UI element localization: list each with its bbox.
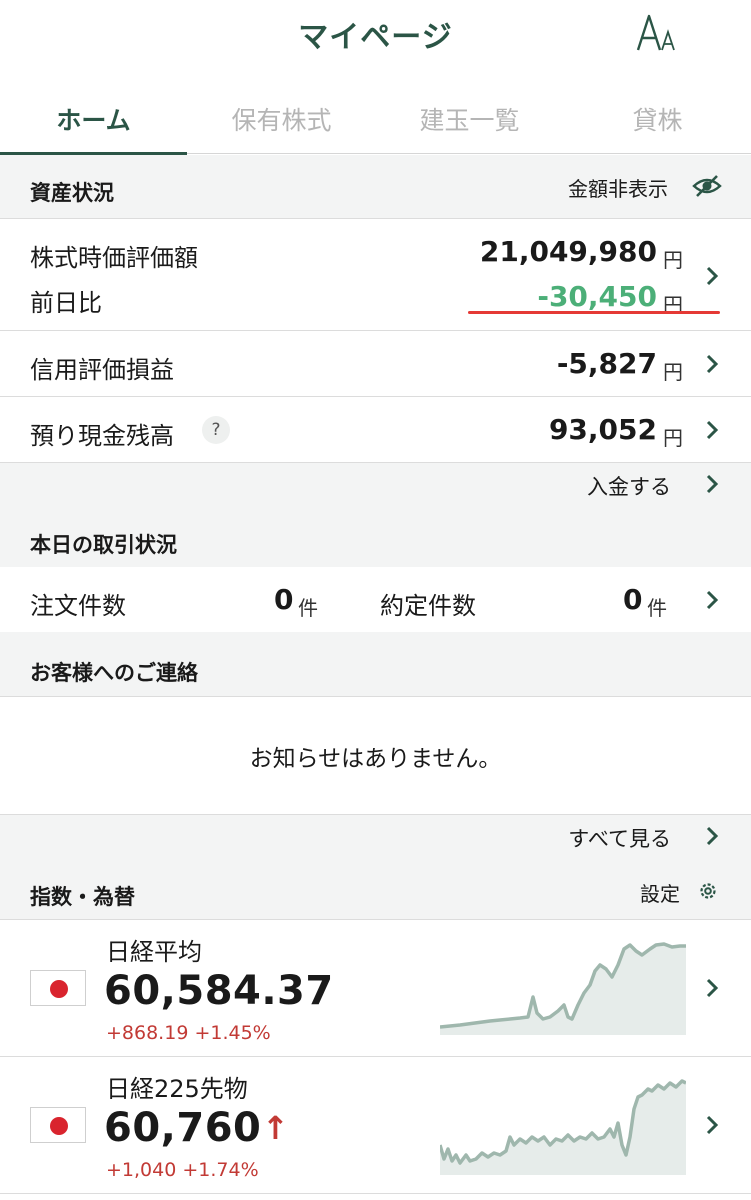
tab-stock-lending[interactable]: 貸株 — [564, 92, 751, 154]
help-icon[interactable]: ? — [202, 416, 230, 444]
chevron-right-icon — [706, 1115, 719, 1135]
japan-flag-icon — [30, 970, 86, 1006]
assets-section-title: 資産状況 — [30, 181, 114, 205]
gear-icon — [700, 883, 716, 899]
tab-positions[interactable]: 建玉一覧 — [376, 92, 563, 154]
tab-holdings[interactable]: 保有株式 — [188, 92, 375, 154]
indices-section-title: 指数・為替 — [30, 885, 135, 909]
executions-count-value: 0 — [623, 583, 643, 616]
yen-unit: 円 — [663, 360, 683, 384]
stock-value: 21,049,980 — [479, 235, 657, 268]
notices-section-header: お客様へのご連絡 — [0, 632, 751, 696]
count-unit: 件 — [298, 596, 318, 620]
sparkline-chart — [440, 1079, 686, 1175]
eye-hidden-icon — [692, 175, 722, 197]
indices-section-header: 指数・為替 設定 — [0, 861, 751, 919]
index-card-nikkei-average[interactable]: 日経平均 60,584.37 +868.19 +1.45% — [0, 920, 751, 1056]
prev-day-label: 前日比 — [30, 289, 102, 317]
index-name: 日経225先物 — [106, 1075, 248, 1103]
prev-day-change: -30,450 — [537, 280, 657, 313]
chevron-right-icon — [706, 354, 719, 374]
no-notices-message: お知らせはありません。 — [249, 746, 502, 772]
margin-pl-row[interactable]: 信用評価損益 -5,827 円 — [0, 331, 751, 396]
divider — [0, 1193, 751, 1194]
margin-pl-label: 信用評価損益 — [30, 356, 174, 384]
assets-section-header: 資産状況 金額非表示 — [0, 155, 751, 218]
font-size-button[interactable] — [632, 8, 680, 58]
hide-amount-label: 金額非表示 — [568, 177, 668, 201]
orders-count-value: 0 — [274, 583, 294, 616]
cash-balance-label: 預り現金残高 — [30, 422, 174, 450]
chevron-right-icon — [706, 590, 719, 610]
orders-count-label: 注文件数 — [30, 592, 126, 620]
font-size-icon — [636, 14, 675, 51]
trading-status-row[interactable]: 注文件数 0 件 約定件数 0 件 — [0, 567, 751, 632]
cash-balance-row[interactable]: 預り現金残高 ? 93,052 円 — [0, 397, 751, 462]
hide-amount-toggle[interactable]: 金額非表示 — [568, 169, 728, 205]
indices-settings-button[interactable]: 設定 — [638, 876, 722, 906]
see-all-label: すべて見る — [568, 827, 671, 851]
trading-section-header: 本日の取引状況 — [0, 511, 751, 567]
tab-home[interactable]: ホーム — [0, 92, 187, 156]
margin-pl-value: -5,827 — [556, 347, 657, 380]
index-value: 60,584.37 — [104, 968, 334, 1014]
see-all-notices-link[interactable]: すべて見る — [0, 815, 751, 861]
notices-section-title: お客様へのご連絡 — [30, 661, 198, 685]
highlight-underline — [468, 311, 720, 314]
yen-unit: 円 — [663, 248, 683, 272]
settings-label: 設定 — [640, 882, 680, 906]
trading-section-title: 本日の取引状況 — [30, 533, 177, 557]
japan-flag-icon — [30, 1107, 86, 1143]
chevron-right-icon — [706, 978, 719, 998]
index-value: 60,760 — [104, 1105, 262, 1151]
index-change: +1,040 +1.74% — [106, 1159, 259, 1181]
chevron-right-icon — [706, 474, 719, 494]
sparkline-chart — [440, 942, 686, 1035]
chevron-right-icon — [706, 266, 719, 286]
deposit-link[interactable]: 入金する — [0, 463, 751, 511]
yen-unit: 円 — [663, 426, 683, 450]
index-change: +868.19 +1.45% — [106, 1022, 271, 1044]
stock-value-row[interactable]: 株式時価評価額 21,049,980 円 前日比 -30,450 円 — [0, 219, 751, 330]
app-header: マイページ — [0, 0, 751, 80]
up-arrow-icon: ↑ — [262, 1109, 289, 1147]
chevron-right-icon — [706, 420, 719, 440]
notices-panel: お知らせはありません。 — [0, 697, 751, 814]
count-unit: 件 — [647, 596, 667, 620]
index-card-nikkei-futures[interactable]: 日経225先物 60,760 ↑ +1,040 +1.74% — [0, 1057, 751, 1193]
index-name: 日経平均 — [106, 938, 202, 966]
chevron-right-icon — [706, 826, 719, 846]
executions-count-label: 約定件数 — [380, 592, 476, 620]
stock-value-label: 株式時価評価額 — [30, 244, 198, 272]
cash-balance-value: 93,052 — [548, 413, 657, 446]
tab-bar: ホーム 保有株式 建玉一覧 貸株 — [0, 92, 751, 156]
deposit-label: 入金する — [587, 475, 671, 499]
